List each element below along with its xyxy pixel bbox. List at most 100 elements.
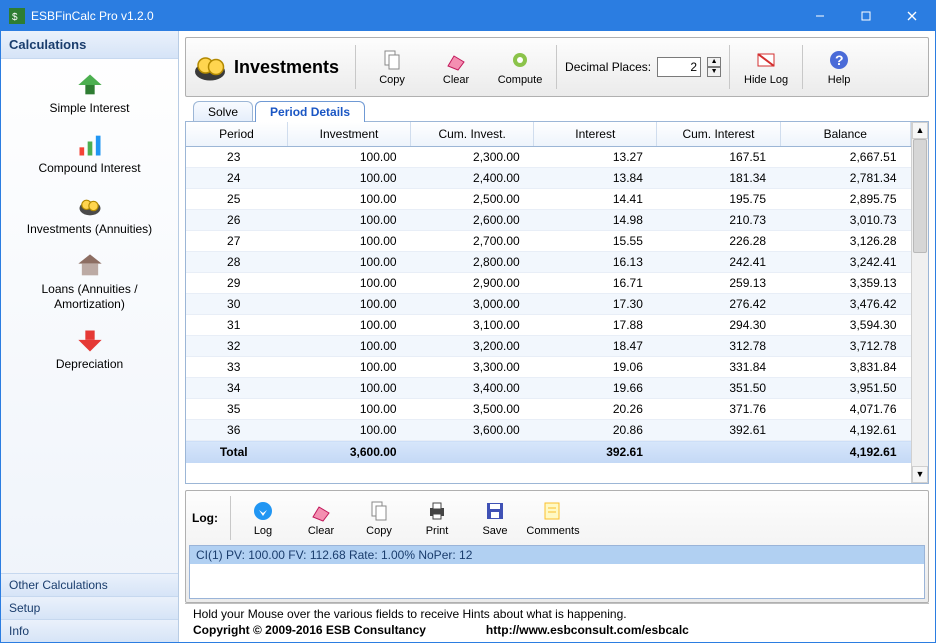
sidebar-item-loans[interactable]: Loans (Annuities / Amortization) (20, 248, 160, 315)
table-row[interactable]: 35100.003,500.0020.26371.764,071.76 (186, 399, 911, 420)
titlebar: $ ESBFinCalc Pro v1.2.0 (1, 1, 935, 31)
table-scrollbar[interactable]: ▲ ▼ (911, 122, 928, 483)
table-cell: 13.84 (534, 168, 657, 189)
sidebar-item-compound-interest[interactable]: Compound Interest (20, 127, 160, 179)
sidebar-link-info[interactable]: Info (1, 619, 178, 642)
column-header[interactable]: Balance (780, 122, 910, 147)
table-row[interactable]: 29100.002,900.0016.71259.133,359.13 (186, 273, 911, 294)
save-icon (483, 499, 507, 523)
decimal-up[interactable]: ▲ (707, 57, 721, 67)
table-cell: 100.00 (287, 315, 410, 336)
log-label: Log: (192, 511, 218, 525)
app-window: $ ESBFinCalc Pro v1.2.0 Calculations Sim… (0, 0, 936, 643)
table-cell: 4,192.61 (780, 420, 910, 441)
sidebar-item-simple-interest[interactable]: Simple Interest (20, 67, 160, 119)
table-row[interactable]: 27100.002,700.0015.55226.283,126.28 (186, 231, 911, 252)
sidebar-link-other[interactable]: Other Calculations (1, 573, 178, 596)
table-cell: 3,600.00 (411, 420, 534, 441)
print-icon (425, 499, 449, 523)
tab-solve[interactable]: Solve (193, 101, 253, 122)
scroll-thumb[interactable] (913, 139, 927, 253)
decimal-places-input[interactable] (657, 57, 701, 77)
sidebar-item-label: Compound Interest (38, 161, 140, 175)
table-cell: 31 (186, 315, 287, 336)
column-header[interactable]: Interest (534, 122, 657, 147)
svg-text:?: ? (835, 52, 844, 68)
table-row[interactable]: 34100.003,400.0019.66351.503,951.50 (186, 378, 911, 399)
table-cell: 100.00 (287, 231, 410, 252)
log-print-button[interactable]: Print (411, 495, 463, 541)
table-cell: 23 (186, 147, 287, 168)
log-icon (251, 499, 275, 523)
depreciation-icon (76, 327, 104, 355)
table-cell: 3,831.84 (780, 357, 910, 378)
clear-button[interactable]: Clear (428, 42, 484, 92)
table-cell: 100.00 (287, 189, 410, 210)
column-header[interactable]: Period (186, 122, 287, 147)
log-clear-button[interactable]: Clear (295, 495, 347, 541)
help-button[interactable]: ?Help (811, 42, 867, 92)
sidebar-item-investments[interactable]: Investments (Annuities) (20, 188, 160, 240)
log-button[interactable]: Log (237, 495, 289, 541)
maximize-button[interactable] (843, 1, 889, 31)
table-cell: 17.30 (534, 294, 657, 315)
decimal-label: Decimal Places: (565, 60, 651, 74)
hide-log-button[interactable]: Hide Log (738, 42, 794, 92)
table-cell: 2,300.00 (411, 147, 534, 168)
status-url: http://www.esbconsult.com/esbcalc (486, 623, 689, 637)
minimize-button[interactable] (797, 1, 843, 31)
table-row[interactable]: 26100.002,600.0014.98210.733,010.73 (186, 210, 911, 231)
log-save-button[interactable]: Save (469, 495, 521, 541)
table-row[interactable]: 23100.002,300.0013.27167.512,667.51 (186, 147, 911, 168)
close-button[interactable] (889, 1, 935, 31)
sidebar-item-label: Depreciation (56, 357, 123, 371)
main-area: Investments Copy Clear Compute Decimal P… (179, 31, 935, 642)
table-cell: 16.13 (534, 252, 657, 273)
table-row[interactable]: 36100.003,600.0020.86392.614,192.61 (186, 420, 911, 441)
table-row[interactable]: 33100.003,300.0019.06331.843,831.84 (186, 357, 911, 378)
footer-cell: 4,192.61 (780, 441, 910, 464)
scroll-up[interactable]: ▲ (912, 122, 928, 139)
log-entry[interactable]: CI(1) PV: 100.00 FV: 112.68 Rate: 1.00% … (190, 546, 924, 564)
loans-icon (76, 252, 104, 280)
scroll-down[interactable]: ▼ (912, 466, 928, 483)
table-cell: 3,242.41 (780, 252, 910, 273)
help-icon: ? (827, 48, 851, 72)
log-content[interactable]: CI(1) PV: 100.00 FV: 112.68 Rate: 1.00% … (189, 545, 925, 599)
table-cell: 3,200.00 (411, 336, 534, 357)
statusbar: Hold your Mouse over the various fields … (185, 603, 929, 640)
footer-cell: 3,600.00 (287, 441, 410, 464)
log-copy-button[interactable]: Copy (353, 495, 405, 541)
hide-log-icon (754, 48, 778, 72)
table-row[interactable]: 28100.002,800.0016.13242.413,242.41 (186, 252, 911, 273)
sidebar-item-depreciation[interactable]: Depreciation (20, 323, 160, 375)
sidebar-link-setup[interactable]: Setup (1, 596, 178, 619)
column-header[interactable]: Investment (287, 122, 410, 147)
table-row[interactable]: 25100.002,500.0014.41195.752,895.75 (186, 189, 911, 210)
window-title: ESBFinCalc Pro v1.2.0 (31, 9, 797, 23)
tab-period-details[interactable]: Period Details (255, 101, 365, 122)
table-cell: 3,126.28 (780, 231, 910, 252)
copy-button[interactable]: Copy (364, 42, 420, 92)
table-cell: 20.26 (534, 399, 657, 420)
table-cell: 3,000.00 (411, 294, 534, 315)
decimal-down[interactable]: ▼ (707, 67, 721, 77)
sidebar-title: Calculations (1, 31, 178, 59)
column-header[interactable]: Cum. Interest (657, 122, 780, 147)
copy-icon (380, 48, 404, 72)
table-row[interactable]: 24100.002,400.0013.84181.342,781.34 (186, 168, 911, 189)
table-cell: 34 (186, 378, 287, 399)
table-row[interactable]: 31100.003,100.0017.88294.303,594.30 (186, 315, 911, 336)
column-header[interactable]: Cum. Invest. (411, 122, 534, 147)
table-row[interactable]: 30100.003,000.0017.30276.423,476.42 (186, 294, 911, 315)
compute-button[interactable]: Compute (492, 42, 548, 92)
table-cell: 371.76 (657, 399, 780, 420)
table-row[interactable]: 32100.003,200.0018.47312.783,712.78 (186, 336, 911, 357)
table-cell: 2,500.00 (411, 189, 534, 210)
comments-icon (541, 499, 565, 523)
table-cell: 100.00 (287, 210, 410, 231)
table-cell: 33 (186, 357, 287, 378)
table-cell: 25 (186, 189, 287, 210)
table-cell: 3,400.00 (411, 378, 534, 399)
log-comments-button[interactable]: Comments (527, 495, 579, 541)
